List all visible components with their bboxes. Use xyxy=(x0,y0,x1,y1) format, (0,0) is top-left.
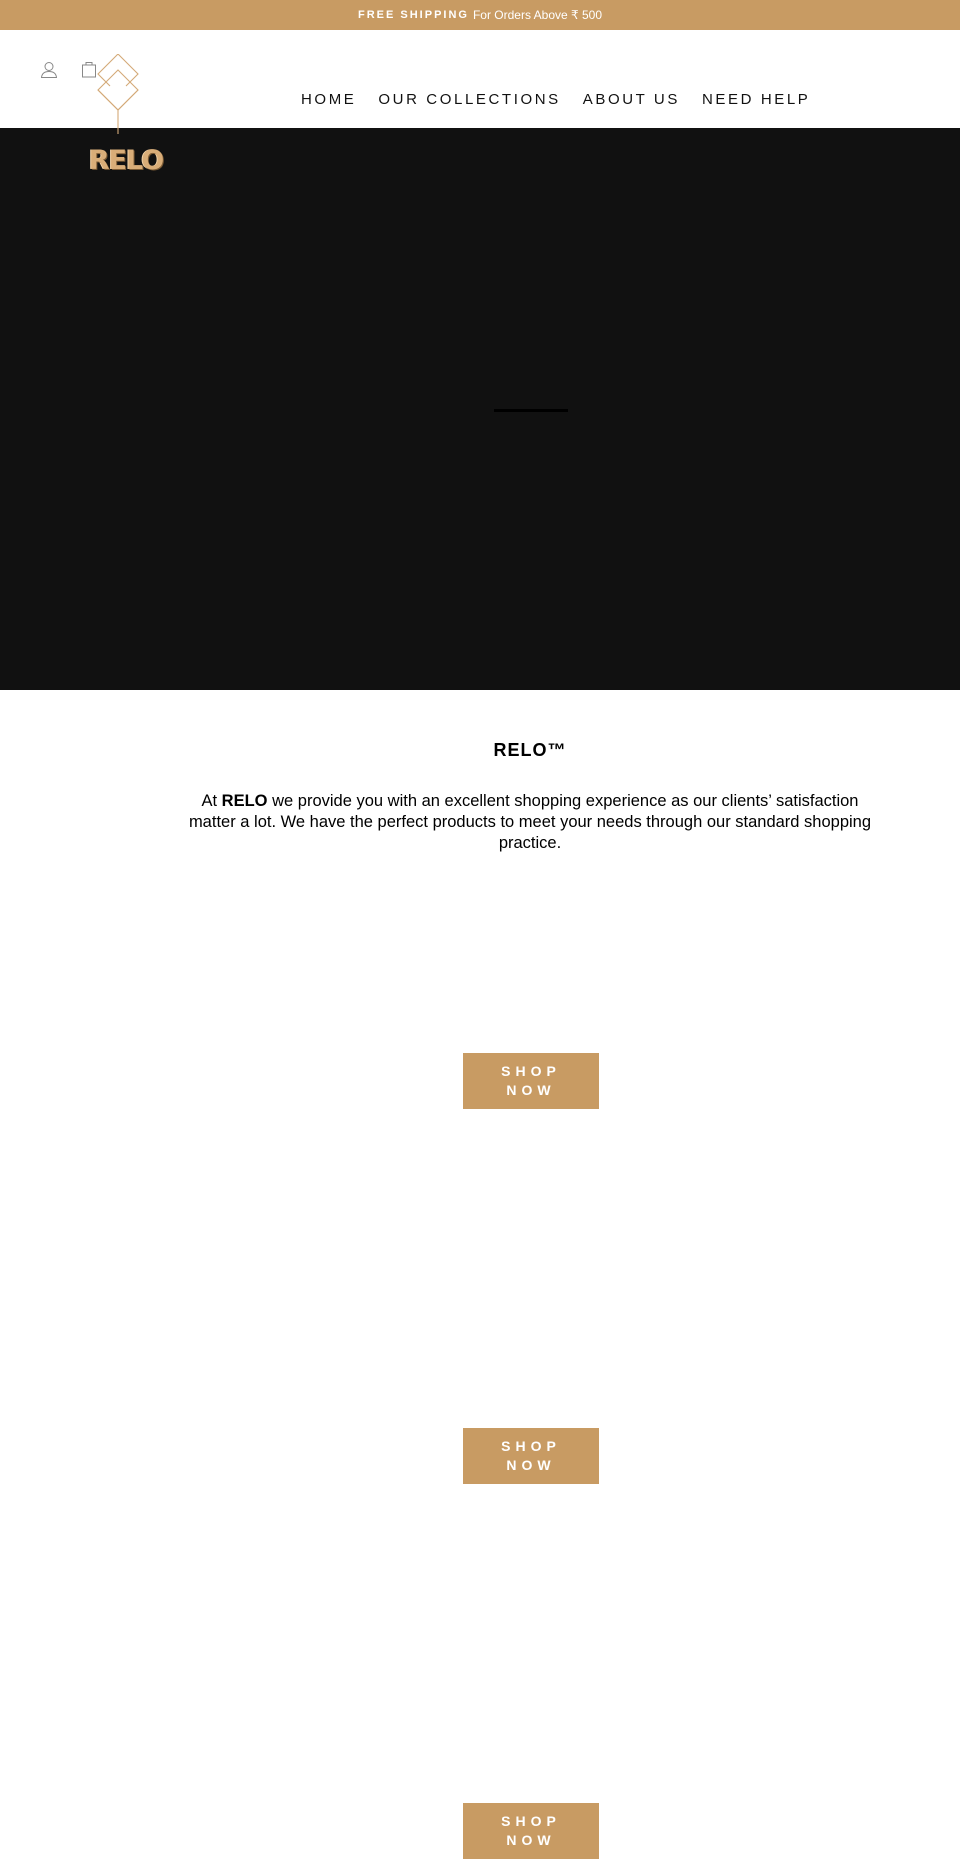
loading-bar xyxy=(494,409,568,412)
site-header: RELO HOME OUR COLLECTIONS ABOUT US NEED … xyxy=(0,30,960,176)
shop-now-button[interactable]: SHOP NOW xyxy=(463,1428,599,1484)
nav-about-us[interactable]: ABOUT US xyxy=(572,90,691,110)
announcement-highlight: FREE SHIPPING xyxy=(358,9,469,21)
shop-now-button[interactable]: SHOP NOW xyxy=(463,1803,599,1859)
intro-title: RELO™ xyxy=(493,740,567,760)
announcement-bar: FREE SHIPPING For Orders Above ₹ 500 xyxy=(0,0,960,30)
nav-our-collections[interactable]: OUR COLLECTIONS xyxy=(367,90,571,110)
intro-section: RELO™ At RELO we provide you with an exc… xyxy=(0,740,960,854)
announcement-text: For Orders Above ₹ 500 xyxy=(472,8,602,22)
nav-home[interactable]: HOME xyxy=(290,90,367,110)
brand-name: RELO xyxy=(221,792,268,810)
nav-need-help[interactable]: NEED HELP xyxy=(691,90,821,110)
shop-now-button[interactable]: SHOP NOW xyxy=(463,1053,599,1109)
hero-banner xyxy=(0,128,960,690)
main-nav: HOME OUR COLLECTIONS ABOUT US NEED HELP xyxy=(290,90,821,110)
intro-text: At RELO we provide you with an excellent… xyxy=(188,792,872,852)
logo[interactable]: RELO xyxy=(88,53,164,176)
logo-text: RELO xyxy=(88,145,164,176)
user-icon[interactable] xyxy=(39,60,59,80)
logo-mark-icon xyxy=(97,53,139,134)
